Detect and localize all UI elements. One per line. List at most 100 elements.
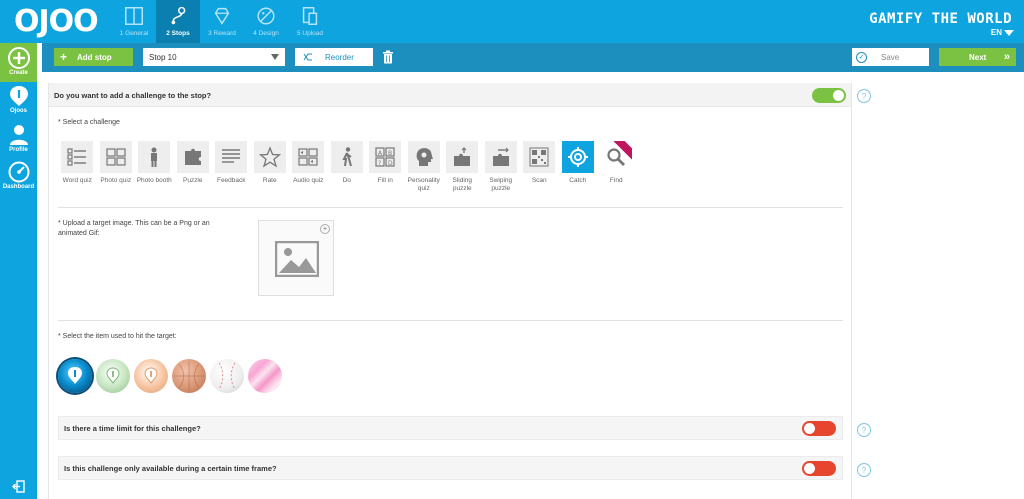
tab-reward-label: 3 Reward bbox=[208, 30, 236, 37]
challenge-rate[interactable]: Rate bbox=[251, 141, 290, 193]
challenge-photo-quiz[interactable]: Photo quiz bbox=[97, 141, 136, 193]
crosshair-icon bbox=[567, 147, 588, 167]
shuffle-icon bbox=[303, 53, 312, 61]
time-limit-question: Is there a time limit for this challenge… bbox=[64, 424, 201, 433]
tab-design[interactable]: 4 Design bbox=[244, 0, 288, 43]
challenge-find[interactable]: Find bbox=[597, 141, 636, 193]
head-icon bbox=[416, 148, 433, 166]
sidebar-item-profile[interactable]: Profile bbox=[0, 124, 37, 153]
help-icon[interactable]: ? bbox=[857, 423, 871, 437]
basketball-icon[interactable] bbox=[172, 359, 206, 393]
orange-ball-icon[interactable] bbox=[134, 359, 168, 393]
next-label: Next bbox=[969, 52, 987, 62]
next-button[interactable]: Next » bbox=[939, 48, 1016, 66]
top-navigation: OJOO 1 General 2 Stops 3 Reward 4 Design… bbox=[0, 0, 1024, 43]
challenge-catch[interactable]: Catch bbox=[559, 141, 598, 193]
challenge-toggle[interactable] bbox=[812, 88, 846, 103]
fill-in-icon: A B? D bbox=[375, 147, 395, 167]
challenge-fill-in[interactable]: A B? D Fill in bbox=[366, 141, 405, 193]
sidebar-item-dashboard[interactable]: Dashboard bbox=[0, 161, 37, 190]
select-item-label: * Select the item used to hit the target… bbox=[58, 333, 177, 340]
baseball-seams-icon bbox=[218, 362, 236, 390]
challenge-do[interactable]: Do bbox=[328, 141, 367, 193]
baseball-icon[interactable] bbox=[210, 359, 244, 393]
double-chevron-right-icon: » bbox=[1003, 51, 1010, 63]
challenge-word-quiz[interactable]: Word quiz bbox=[58, 141, 97, 193]
check-icon: ✓ bbox=[856, 51, 867, 63]
save-label: Save bbox=[881, 52, 900, 62]
challenge-scan[interactable]: Scan bbox=[520, 141, 559, 193]
sidebar-item-create[interactable]: Create bbox=[0, 43, 37, 82]
sidebar-ojoos-label: Ojoos bbox=[9, 108, 27, 114]
tab-reward[interactable]: 3 Reward bbox=[200, 0, 244, 43]
ojoo-logo[interactable]: OJOO bbox=[14, 3, 99, 39]
logo-text: OJOO bbox=[14, 3, 99, 39]
ojoo-pin-icon bbox=[144, 367, 158, 384]
challenge-photo-booth[interactable]: Photo booth bbox=[135, 141, 174, 193]
pink-ball-icon[interactable] bbox=[248, 359, 282, 393]
add-icon: + bbox=[320, 224, 330, 234]
challenge-personality-quiz[interactable]: Personality quiz bbox=[405, 141, 444, 193]
language-selector[interactable]: EN bbox=[991, 28, 1014, 37]
sliding-puzzle-icon bbox=[454, 147, 471, 166]
help-icon[interactable]: ? bbox=[857, 463, 871, 477]
svg-text:D: D bbox=[388, 160, 393, 167]
challenge-swiping-puzzle-label: Swiping puzzle bbox=[489, 177, 513, 192]
challenge-puzzle[interactable]: Puzzle bbox=[174, 141, 213, 193]
tab-upload-label: 5 Upload bbox=[296, 30, 324, 37]
time-limit-row: Is there a time limit for this challenge… bbox=[58, 416, 843, 440]
tab-general-label: 1 General bbox=[119, 30, 149, 37]
palette-icon bbox=[257, 7, 275, 25]
challenge-feedback[interactable]: Feedback bbox=[212, 141, 251, 193]
devices-icon bbox=[302, 7, 318, 25]
reorder-label: Reorder bbox=[325, 52, 354, 62]
challenge-audio-quiz-label: Audio quiz bbox=[293, 177, 324, 184]
sidebar-item-ojoos[interactable]: Ojoos bbox=[0, 85, 37, 114]
save-button[interactable]: ✓ Save bbox=[852, 48, 929, 66]
stop-select[interactable]: Stop 10 bbox=[143, 48, 285, 66]
tab-design-label: 4 Design bbox=[253, 30, 279, 37]
add-stop-button[interactable]: + Add stop bbox=[54, 48, 133, 66]
section-divider bbox=[58, 207, 843, 208]
challenge-audio-quiz[interactable]: Audio quiz bbox=[289, 141, 328, 193]
time-frame-toggle[interactable] bbox=[802, 461, 836, 476]
challenge-sliding-puzzle-label: Sliding puzzle bbox=[452, 177, 472, 192]
ojoo-pin-icon bbox=[9, 86, 28, 106]
reorder-button[interactable]: Reorder bbox=[295, 48, 373, 66]
toggle-knob bbox=[804, 423, 815, 434]
help-icon[interactable]: ? bbox=[857, 89, 871, 103]
photo-booth-icon bbox=[151, 147, 158, 167]
qr-icon bbox=[529, 147, 549, 167]
stop-toolbar: + Add stop Stop 10 Reorder ✓ Save Next » bbox=[42, 43, 1024, 72]
tab-stops-label: 2 Stops bbox=[166, 30, 190, 37]
left-sidebar: Create Ojoos Profile Dashboard bbox=[0, 43, 37, 499]
section-divider bbox=[58, 320, 843, 321]
add-stop-label: Add stop bbox=[77, 52, 112, 62]
caret-down-icon bbox=[271, 54, 279, 60]
plus-icon: + bbox=[60, 50, 68, 64]
tab-stops[interactable]: 2 Stops bbox=[156, 0, 200, 43]
challenge-rate-label: Rate bbox=[262, 177, 277, 184]
feedback-icon bbox=[222, 149, 241, 163]
word-quiz-icon bbox=[67, 148, 87, 166]
upload-target-image[interactable]: + bbox=[258, 220, 334, 296]
diamond-icon bbox=[214, 7, 230, 25]
challenge-type-list: Word quiz Photo quiz Photo booth Puzzle … bbox=[58, 141, 636, 193]
challenge-swiping-puzzle[interactable]: Swiping puzzle bbox=[482, 141, 521, 193]
ojoo-pin-icon bbox=[68, 367, 82, 384]
challenge-sliding-puzzle[interactable]: Sliding puzzle bbox=[443, 141, 482, 193]
step-tabs: 1 General 2 Stops 3 Reward 4 Design 5 Up… bbox=[112, 0, 332, 43]
svg-text:?: ? bbox=[378, 160, 381, 167]
time-frame-question: Is this challenge only available during … bbox=[64, 464, 277, 473]
time-frame-row: Is this challenge only available during … bbox=[58, 456, 843, 480]
challenge-catch-label: Catch bbox=[569, 177, 587, 184]
stop-select-value: Stop 10 bbox=[149, 52, 177, 62]
logout-icon[interactable] bbox=[12, 480, 25, 493]
challenge-personality-quiz-label: Personality quiz bbox=[407, 177, 440, 192]
green-ball-icon[interactable] bbox=[96, 359, 130, 393]
ojoo-ball-icon[interactable] bbox=[58, 359, 92, 393]
trash-icon[interactable] bbox=[382, 50, 394, 64]
tab-upload[interactable]: 5 Upload bbox=[288, 0, 332, 43]
tab-general[interactable]: 1 General bbox=[112, 0, 156, 43]
time-limit-toggle[interactable] bbox=[802, 421, 836, 436]
